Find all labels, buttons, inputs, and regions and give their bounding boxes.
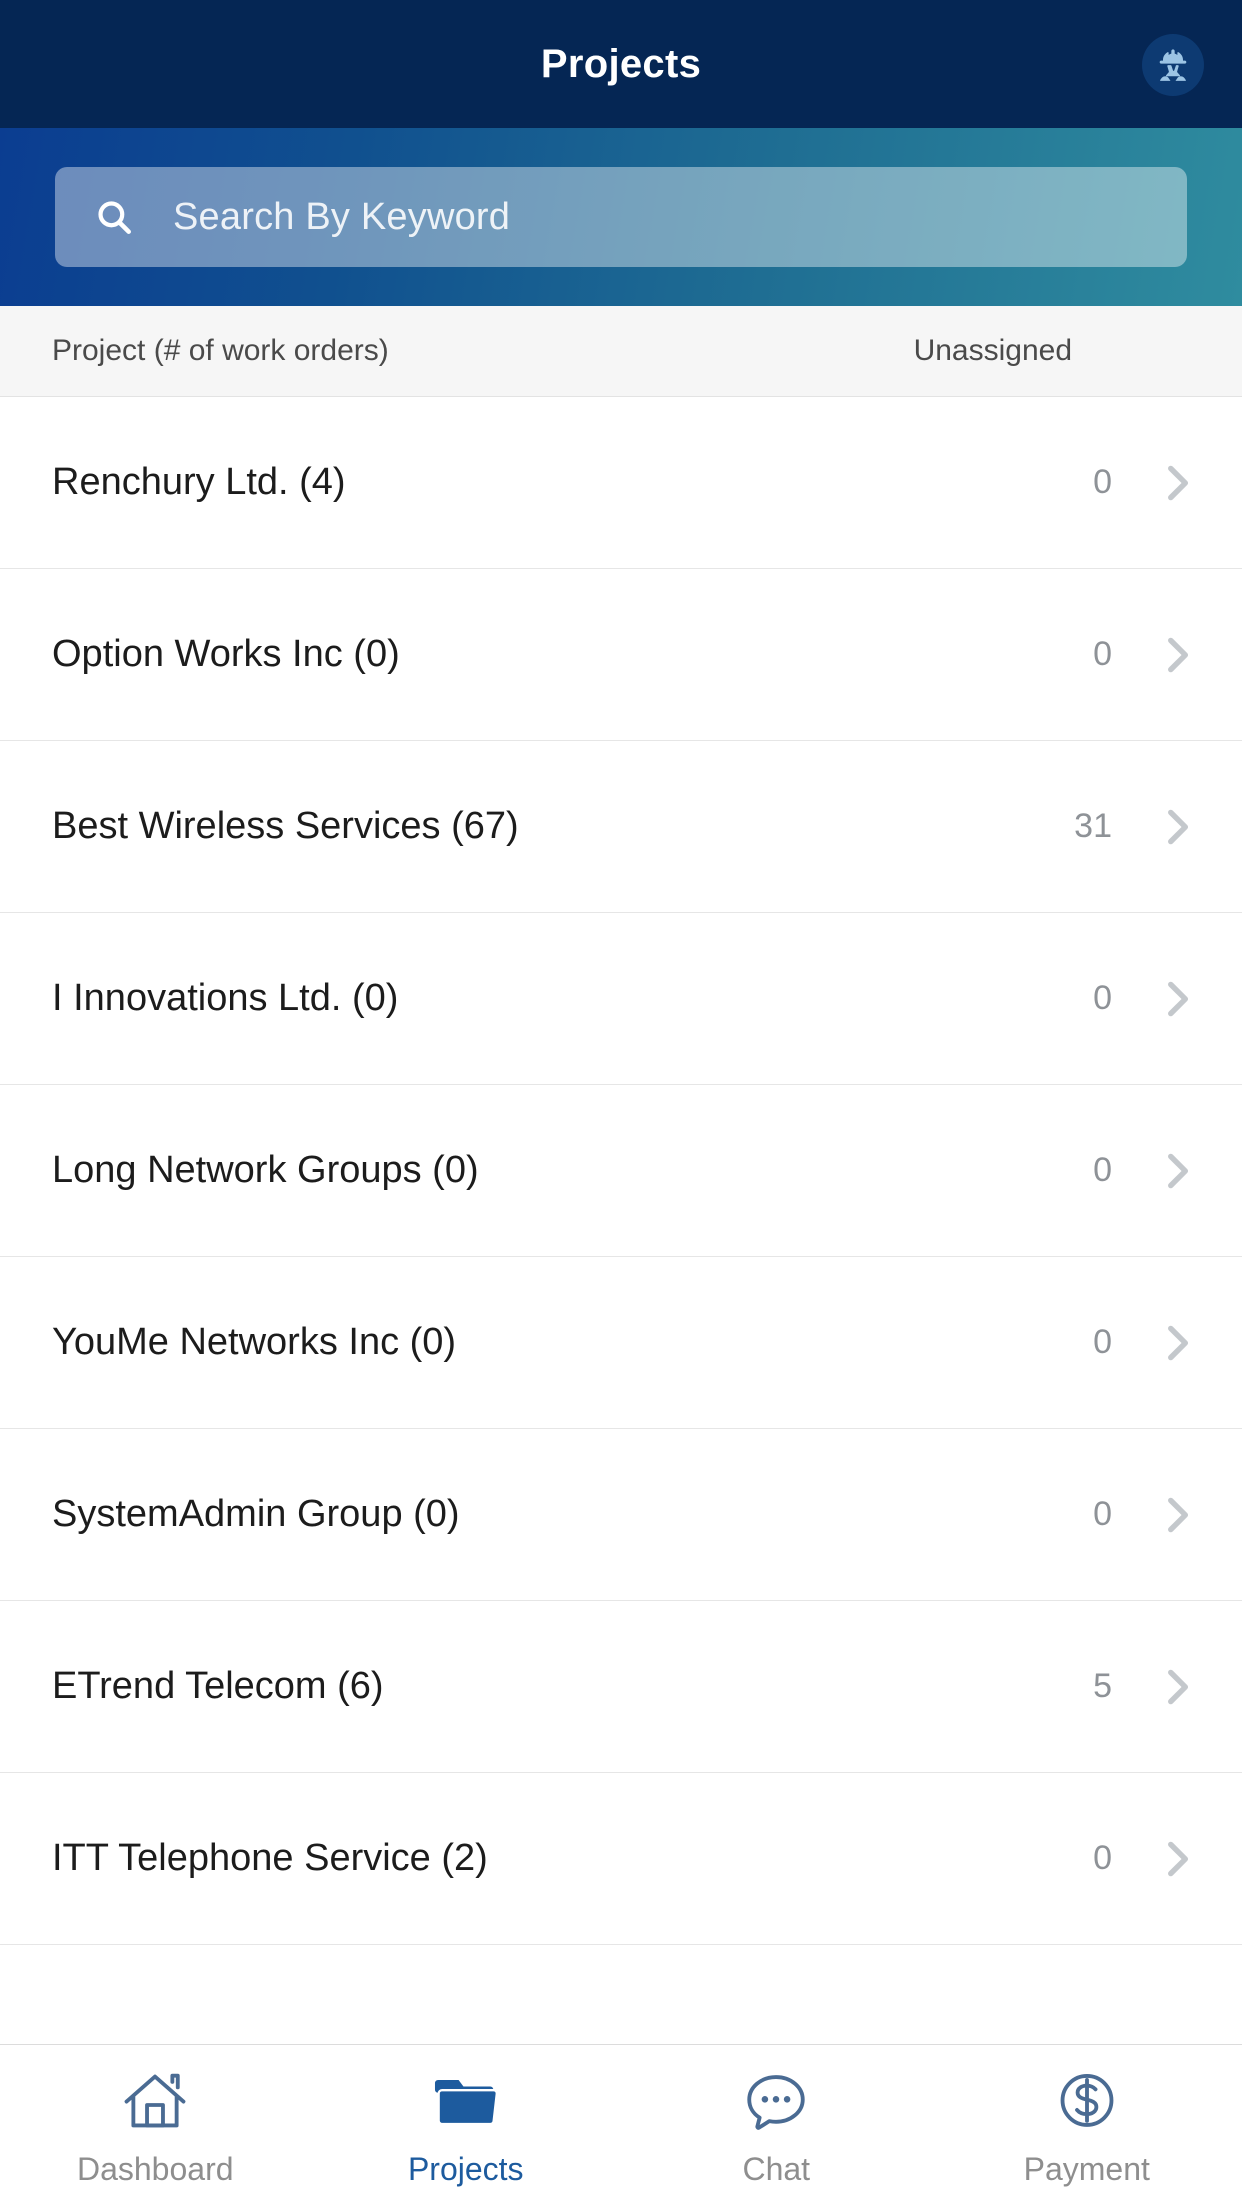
page-title: Projects [540, 41, 702, 86]
unassigned-count: 0 [1093, 1151, 1112, 1189]
table-row[interactable]: Best Wireless Services (67) 31 [0, 741, 1242, 913]
chevron-right-icon[interactable] [1152, 1146, 1202, 1196]
unassigned-count: 0 [1093, 463, 1112, 501]
project-name: YouMe Networks Inc (0) [52, 1321, 457, 1363]
folder-icon [429, 2065, 503, 2137]
unassigned-count: 5 [1093, 1667, 1112, 1705]
table-row[interactable]: I Innovations Ltd. (0) 0 [0, 913, 1242, 1085]
tab-label: Chat [742, 2151, 811, 2187]
dollar-circle-icon [1050, 2065, 1124, 2137]
unassigned-count: 31 [1074, 807, 1112, 845]
chevron-right-icon[interactable] [1152, 630, 1202, 680]
unassigned-count: 0 [1093, 1495, 1112, 1533]
search-placeholder: Search By Keyword [173, 195, 511, 238]
project-name: ETrend Telecom (6) [52, 1665, 384, 1707]
search-icon [93, 196, 135, 238]
chevron-right-icon[interactable] [1152, 1490, 1202, 1540]
tab-chat[interactable]: Chat [621, 2045, 932, 2208]
app-root: Projects Search By Keyword Project (# of… [0, 0, 1242, 2208]
table-row[interactable]: SystemAdmin Group (0) 0 [0, 1429, 1242, 1601]
chevron-right-icon[interactable] [1152, 1318, 1202, 1368]
chevron-right-icon[interactable] [1152, 1662, 1202, 1712]
tab-label: Dashboard [76, 2151, 234, 2187]
project-name: Renchury Ltd. (4) [52, 461, 346, 503]
tab-label: Payment [1023, 2151, 1150, 2187]
chevron-right-icon[interactable] [1152, 802, 1202, 852]
table-row[interactable]: ETrend Telecom (6) 5 [0, 1601, 1242, 1773]
project-name: ITT Telephone Service (2) [52, 1837, 488, 1879]
project-name: Option Works Inc (0) [52, 633, 400, 675]
bottom-tab-bar: Dashboard Projects Chat Payment [0, 2044, 1242, 2208]
chevron-right-icon[interactable] [1152, 1834, 1202, 1884]
tab-label: Projects [407, 2151, 524, 2187]
list-column-header: Project (# of work orders) Unassigned [0, 306, 1242, 397]
project-name: Long Network Groups (0) [52, 1149, 479, 1191]
chevron-right-icon[interactable] [1152, 458, 1202, 508]
project-name: SystemAdmin Group (0) [52, 1493, 460, 1535]
table-row[interactable]: Renchury Ltd. (4) 0 [0, 397, 1242, 569]
column-header-project: Project (# of work orders) [52, 334, 389, 367]
app-header: Projects [0, 0, 1242, 128]
search-input[interactable]: Search By Keyword [55, 167, 1187, 267]
table-row[interactable]: ITT Telephone Service (2) 0 [0, 1773, 1242, 1945]
avatar[interactable] [1142, 34, 1204, 96]
home-icon [118, 2065, 192, 2137]
tab-payment[interactable]: Payment [932, 2045, 1242, 2208]
table-row[interactable]: Option Works Inc (0) 0 [0, 569, 1242, 741]
project-list[interactable]: Renchury Ltd. (4) 0 Option Works Inc (0) 0 B… [0, 397, 1242, 2208]
unassigned-count: 0 [1093, 979, 1112, 1017]
project-name: I Innovations Ltd. (0) [52, 977, 399, 1019]
search-band: Search By Keyword [0, 128, 1242, 306]
unassigned-count: 0 [1093, 1323, 1112, 1361]
table-row[interactable]: Long Network Groups (0) 0 [0, 1085, 1242, 1257]
unassigned-count: 0 [1093, 635, 1112, 673]
column-header-unassigned: Unassigned [913, 334, 1072, 367]
tab-dashboard[interactable]: Dashboard [0, 2045, 311, 2208]
table-row[interactable]: YouMe Networks Inc (0) 0 [0, 1257, 1242, 1429]
unassigned-count: 0 [1093, 1839, 1112, 1877]
project-name: Best Wireless Services (67) [52, 805, 519, 847]
worker-helmet-icon [1159, 49, 1187, 81]
tab-projects[interactable]: Projects [311, 2045, 622, 2208]
chevron-right-icon[interactable] [1152, 974, 1202, 1024]
chat-bubble-icon [739, 2065, 813, 2137]
